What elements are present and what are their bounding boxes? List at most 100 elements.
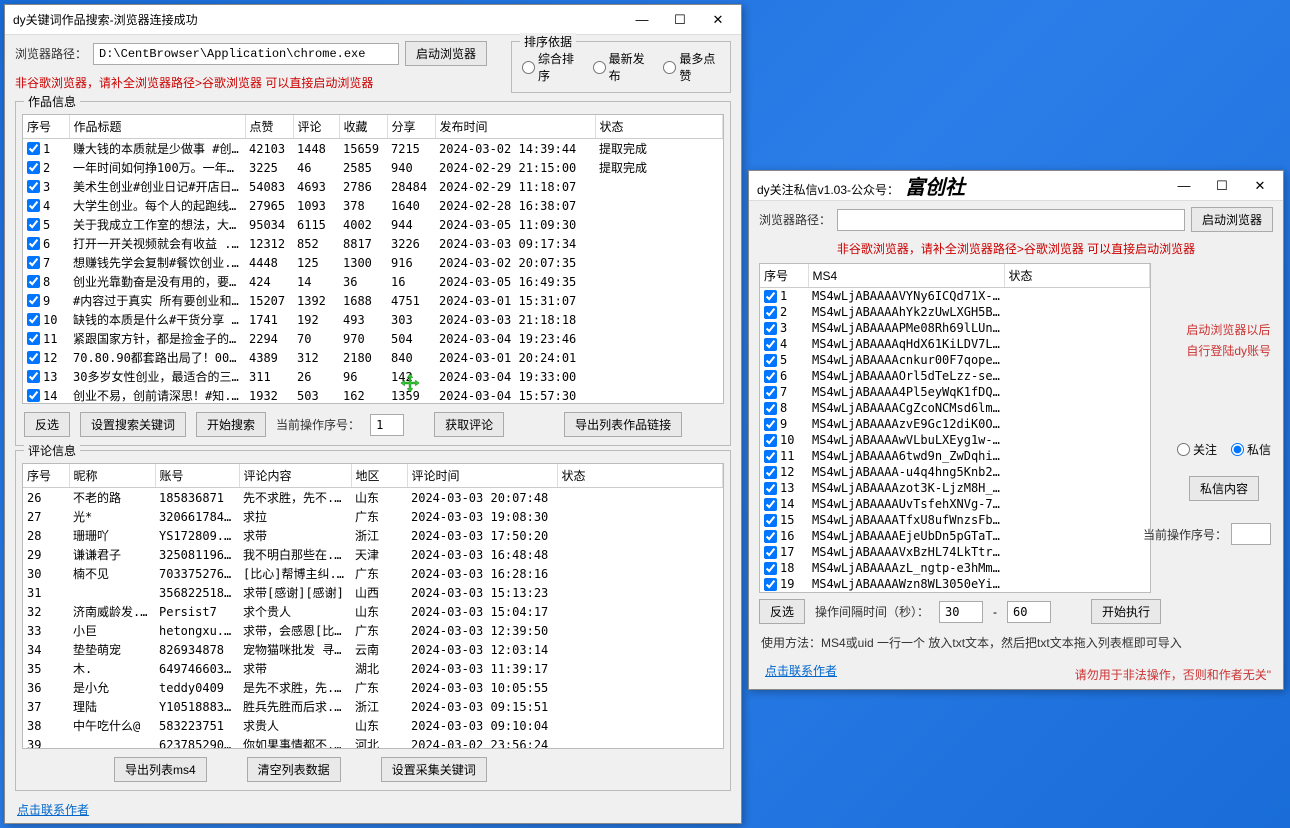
launch-browser-button[interactable]: 启动浏览器: [405, 41, 487, 66]
col-header[interactable]: 点赞: [245, 115, 293, 139]
col-header[interactable]: 评论时间: [407, 464, 557, 488]
export-ms4-button[interactable]: 导出列表ms4: [114, 757, 207, 782]
radio-dm[interactable]: 私信: [1231, 441, 1271, 458]
table-row[interactable]: 29谦谦君子3250811967S我不明白那些在...天津2024-03-03 …: [23, 545, 723, 564]
table-row[interactable]: 28珊珊吖YS172809...求带浙江2024-03-03 17:50:20: [23, 526, 723, 545]
set-collect-keyword-button[interactable]: 设置采集关键词: [381, 757, 487, 782]
col-header[interactable]: 账号: [155, 464, 239, 488]
browser-path-input[interactable]: [837, 209, 1185, 231]
table-row[interactable]: 6打开一开关视频就会有收益 ...12312852881732262024-03…: [23, 234, 723, 253]
col-header[interactable]: 评论: [293, 115, 339, 139]
dm-content-button[interactable]: 私信内容: [1189, 476, 1259, 501]
row-checkbox[interactable]: [764, 290, 777, 303]
row-checkbox[interactable]: [764, 418, 777, 431]
col-header[interactable]: 状态: [1004, 264, 1150, 288]
maximize-button[interactable]: ☐: [1207, 175, 1237, 197]
table-row[interactable]: 3美术生创业#创业日记#开店日...5408346932786284842024…: [23, 177, 723, 196]
row-checkbox[interactable]: [27, 275, 40, 288]
start-search-button[interactable]: 开始搜索: [196, 412, 266, 437]
table-row[interactable]: 2一年时间如何挣100万。一年...32254625859402024-02-2…: [23, 158, 723, 177]
col-header[interactable]: 评论内容: [239, 464, 351, 488]
table-row[interactable]: 9#内容过于真实 所有要创业和...152071392168847512024-…: [23, 291, 723, 310]
row-checkbox[interactable]: [764, 402, 777, 415]
table-row[interactable]: 35木.64974660336求带湖北2024-03-03 11:39:17: [23, 659, 723, 678]
row-checkbox[interactable]: [764, 514, 777, 527]
interval-from-input[interactable]: [939, 601, 983, 623]
launch-browser-button[interactable]: 启动浏览器: [1191, 207, 1273, 232]
row-checkbox[interactable]: [27, 351, 40, 364]
col-header[interactable]: 状态: [595, 115, 723, 139]
invert-selection-button[interactable]: 反选: [24, 412, 70, 437]
table-row[interactable]: 1270.80.90都套路出局了！00后...43893122180840202…: [23, 348, 723, 367]
row-checkbox[interactable]: [764, 386, 777, 399]
table-row[interactable]: 5关于我成立工作室的想法，大...95034611540029442024-03…: [23, 215, 723, 234]
col-header[interactable]: 昵称: [69, 464, 155, 488]
row-checkbox[interactable]: [764, 306, 777, 319]
row-checkbox[interactable]: [764, 578, 777, 591]
table-row[interactable]: 12MS4wLjABAAAA-u4q4hng5Knb2h...: [760, 464, 1150, 480]
row-checkbox[interactable]: [764, 322, 777, 335]
row-checkbox[interactable]: [764, 434, 777, 447]
close-button[interactable]: ✕: [1245, 175, 1275, 197]
table-row[interactable]: 33小巨hetongxu...求带，会感恩[比心]广东2024-03-03 12…: [23, 621, 723, 640]
table-row[interactable]: 3962378529041你如果事情都不...河北2024-03-02 23:5…: [23, 735, 723, 749]
table-row[interactable]: 11紧跟国家方针，都是捡金子的...2294709705042024-03-04…: [23, 329, 723, 348]
sort-option-most-liked[interactable]: 最多点赞: [663, 50, 720, 84]
maximize-button[interactable]: ☐: [665, 9, 695, 31]
table-row[interactable]: 34垫垫萌宠826934878宠物猫咪批发 寻...云南2024-03-03 1…: [23, 640, 723, 659]
minimize-button[interactable]: —: [627, 9, 657, 31]
current-op-input[interactable]: [1231, 523, 1271, 545]
table-row[interactable]: 8MS4wLjABAAAACgZcoNCMsd6lm...: [760, 400, 1150, 416]
table-row[interactable]: 26不老的路185836871先不求胜，先不...山东2024-03-03 20…: [23, 488, 723, 508]
interval-to-input[interactable]: [1007, 601, 1051, 623]
row-checkbox[interactable]: [27, 180, 40, 193]
radio-follow[interactable]: 关注: [1177, 441, 1217, 458]
table-row[interactable]: 38中午吃什么@583223751求贵人山东2024-03-03 09:10:0…: [23, 716, 723, 735]
col-header[interactable]: 序号: [23, 464, 69, 488]
set-keyword-button[interactable]: 设置搜索关键词: [80, 412, 186, 437]
table-row[interactable]: 19MS4wLjABAAAAWzn8WL3050eYir...: [760, 576, 1150, 592]
row-checkbox[interactable]: [764, 466, 777, 479]
table-row[interactable]: 9MS4wLjABAAAAzvE9Gc12diK0Ox...: [760, 416, 1150, 432]
row-checkbox[interactable]: [27, 161, 40, 174]
comments-table[interactable]: 序号昵称账号评论内容地区评论时间状态 26不老的路185836871先不求胜，先…: [22, 463, 724, 749]
table-row[interactable]: 3MS4wLjABAAAAPMe08Rh69lLUnd...: [760, 320, 1150, 336]
table-row[interactable]: 313568225183?求带[感谢][感谢]山西2024-03-03 15:1…: [23, 583, 723, 602]
table-row[interactable]: 10MS4wLjABAAAAwVLbuLXEyg1w-x...: [760, 432, 1150, 448]
table-row[interactable]: 32济南威龄发...Persist7求个贵人山东2024-03-03 15:04…: [23, 602, 723, 621]
table-row[interactable]: 7MS4wLjABAAAA4Pl5eyWqK1fDQM...: [760, 384, 1150, 400]
table-row[interactable]: 6MS4wLjABAAAAOrl5dTeLzz-sey...: [760, 368, 1150, 384]
table-row[interactable]: 1赚大钱的本质就是少做事 #创...4210314481565972152024…: [23, 139, 723, 159]
browser-path-input[interactable]: [93, 43, 399, 65]
current-op-input[interactable]: [370, 414, 404, 436]
row-checkbox[interactable]: [764, 354, 777, 367]
row-checkbox[interactable]: [27, 218, 40, 231]
table-row[interactable]: 8创业光靠勤奋是没有用的，要...4241436162024-03-05 16:…: [23, 272, 723, 291]
col-header[interactable]: 地区: [351, 464, 407, 488]
row-checkbox[interactable]: [764, 338, 777, 351]
row-checkbox[interactable]: [764, 498, 777, 511]
row-checkbox[interactable]: [764, 530, 777, 543]
table-row[interactable]: 4大学生创业。每个人的起跑线...27965109337816402024-02…: [23, 196, 723, 215]
contact-author-link[interactable]: 点击联系作者: [5, 795, 101, 824]
start-execute-button[interactable]: 开始执行: [1091, 599, 1161, 624]
row-checkbox[interactable]: [764, 370, 777, 383]
col-header[interactable]: 收藏: [339, 115, 387, 139]
table-row[interactable]: 36是小允teddy0409是先不求胜，先...广东2024-03-03 10:…: [23, 678, 723, 697]
row-checkbox[interactable]: [27, 389, 40, 402]
row-checkbox[interactable]: [27, 199, 40, 212]
col-header[interactable]: 序号: [760, 264, 808, 288]
row-checkbox[interactable]: [27, 294, 40, 307]
row-checkbox[interactable]: [764, 562, 777, 575]
col-header[interactable]: 作品标题: [69, 115, 245, 139]
row-checkbox[interactable]: [764, 546, 777, 559]
col-header[interactable]: 发布时间: [435, 115, 595, 139]
sort-option-comprehensive[interactable]: 综合排序: [522, 50, 579, 84]
table-row[interactable]: 1MS4wLjABAAAAVYNy6ICQd71X-n...: [760, 288, 1150, 305]
table-row[interactable]: 14MS4wLjABAAAAUvTsfehXNVg-7Z...: [760, 496, 1150, 512]
table-row[interactable]: 15MS4wLjABAAAATfxU8ufWnzsFbe...: [760, 512, 1150, 528]
close-button[interactable]: ✕: [703, 9, 733, 31]
table-row[interactable]: 1330多岁女性创业，最适合的三...31126961422024-03-04 …: [23, 367, 723, 386]
col-header[interactable]: 分享: [387, 115, 435, 139]
row-checkbox[interactable]: [27, 313, 40, 326]
